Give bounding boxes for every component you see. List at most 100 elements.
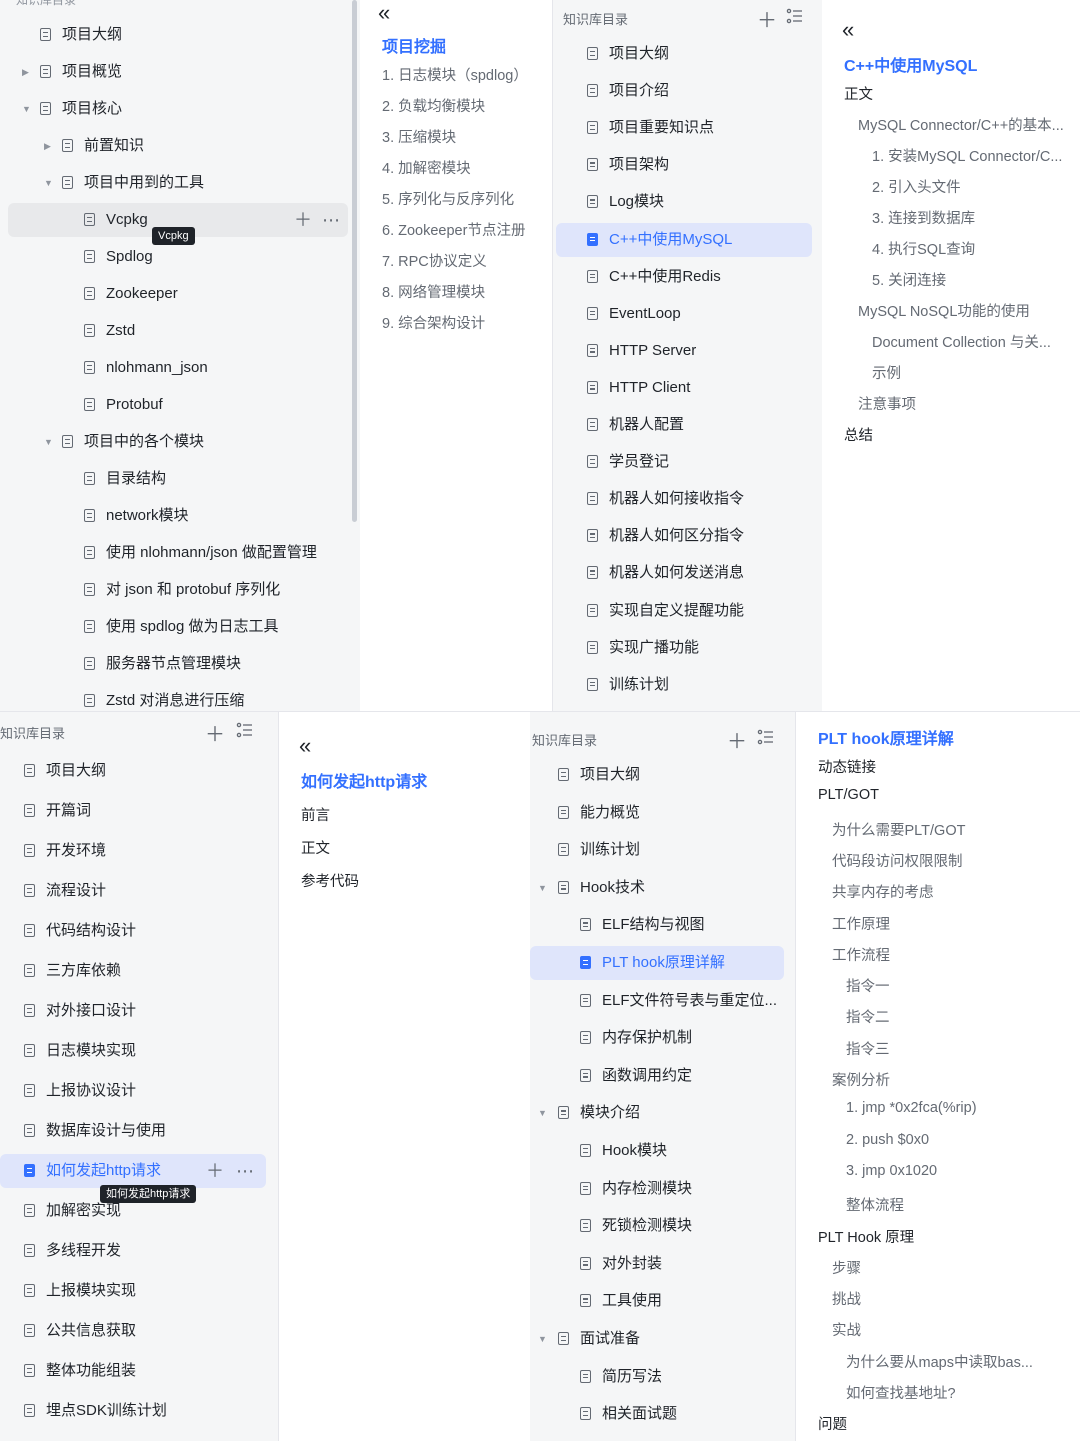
toc-item[interactable]: MySQL Connector/C++的基本...: [858, 114, 1064, 135]
chevron-right-icon[interactable]: ▶: [44, 129, 51, 163]
toc-item[interactable]: 步骤: [832, 1257, 861, 1278]
toc-item[interactable]: 指令二: [846, 1006, 890, 1027]
chevron-right-icon[interactable]: ▶: [22, 55, 29, 89]
plus-icon[interactable]: ＋: [206, 1154, 224, 1188]
toc-item[interactable]: 共享内存的考虑: [832, 881, 934, 902]
sidebar-item[interactable]: PLT hook原理详解: [530, 946, 784, 980]
toc-item[interactable]: 9. 综合架构设计: [382, 312, 485, 333]
sidebar-item[interactable]: ▼ 面试准备: [530, 1322, 784, 1356]
toc-item[interactable]: 正文: [844, 83, 873, 104]
sidebar-item[interactable]: ▼ 项目中的各个模块: [8, 425, 348, 459]
toc-item[interactable]: 5. 序列化与反序列化: [382, 188, 514, 209]
sidebar-item[interactable]: 相关面试题: [530, 1397, 784, 1431]
list-icon[interactable]: [786, 8, 804, 24]
sidebar-item[interactable]: 如何发起http请求 ＋ ⋯: [0, 1154, 266, 1188]
toc-item[interactable]: 为什么要从maps中读取bas...: [846, 1351, 1033, 1372]
toc-item[interactable]: 如何查找基地址?: [846, 1382, 956, 1403]
sidebar-item[interactable]: 能力概览: [530, 796, 784, 830]
plus-icon[interactable]: ＋: [205, 718, 225, 747]
chevron-down-icon[interactable]: ▼: [44, 425, 53, 459]
toc-item[interactable]: 2. push $0x0: [846, 1132, 929, 1148]
sidebar-item[interactable]: 开发环境: [0, 834, 266, 868]
sidebar-item[interactable]: 上报模块实现: [0, 1274, 266, 1308]
sidebar-item[interactable]: Log模块: [556, 185, 812, 219]
toc-item[interactable]: 总结: [844, 424, 873, 445]
toc-item[interactable]: 4. 执行SQL查询: [872, 238, 975, 259]
toc-item[interactable]: 1. 日志模块（spdlog）: [382, 64, 528, 85]
sidebar-item[interactable]: 内存保护机制: [530, 1021, 784, 1055]
list-icon[interactable]: [757, 729, 775, 745]
sidebar-item[interactable]: 工具使用: [530, 1284, 784, 1318]
toc-item[interactable]: 指令一: [846, 975, 890, 996]
sidebar-item[interactable]: 流程设计: [0, 874, 266, 908]
toc-title[interactable]: 如何发起http请求: [301, 768, 427, 792]
sidebar-item[interactable]: nlohmann_json: [8, 351, 348, 385]
toc-title[interactable]: PLT hook原理详解: [818, 725, 954, 749]
more-icon[interactable]: ⋯: [322, 203, 340, 237]
chevron-down-icon[interactable]: ▼: [538, 871, 547, 905]
toc-item[interactable]: 1. 安装MySQL Connector/C...: [872, 145, 1062, 166]
chevron-down-icon[interactable]: ▼: [538, 1322, 547, 1356]
sidebar-item[interactable]: network模块: [8, 499, 348, 533]
sidebar-item[interactable]: 项目介绍: [556, 74, 812, 108]
sidebar-item[interactable]: ▼ 项目中用到的工具: [8, 166, 348, 200]
toc-item[interactable]: PLT/GOT: [818, 787, 879, 803]
sidebar-item[interactable]: 多线程开发: [0, 1234, 266, 1268]
sidebar-item[interactable]: 项目大纲: [0, 754, 266, 788]
chevron-down-icon[interactable]: ▼: [22, 92, 31, 126]
sidebar-item[interactable]: ▼ 项目核心: [8, 92, 348, 126]
sidebar-item[interactable]: 机器人如何接收指令: [556, 482, 812, 516]
sidebar-item[interactable]: HTTP Client: [556, 371, 812, 405]
sidebar-item[interactable]: 开篇词: [0, 794, 266, 828]
toc-item[interactable]: 为什么需要PLT/GOT: [832, 819, 965, 840]
sidebar-item[interactable]: 机器人如何发送消息: [556, 556, 812, 590]
chevron-down-icon[interactable]: ▼: [44, 166, 53, 200]
toc-item[interactable]: 工作原理: [832, 913, 890, 934]
double-chevron-left-icon[interactable]: «: [842, 19, 854, 41]
sidebar-item[interactable]: 内存检测模块: [530, 1172, 784, 1206]
sidebar-item[interactable]: HTTP Server: [556, 334, 812, 368]
sidebar-item[interactable]: 对外封装: [530, 1247, 784, 1281]
sidebar-item[interactable]: 对 json 和 protobuf 序列化: [8, 573, 348, 607]
toc-item[interactable]: 前言: [301, 804, 330, 825]
toc-item[interactable]: 注意事项: [858, 393, 916, 414]
sidebar-item[interactable]: 对外接口设计: [0, 994, 266, 1028]
sidebar-item[interactable]: 死锁检测模块: [530, 1209, 784, 1243]
sidebar-item[interactable]: C++中使用Redis: [556, 260, 812, 294]
toc-title[interactable]: 项目挖掘: [382, 33, 446, 57]
toc-item[interactable]: 案例分析: [832, 1069, 890, 1090]
toc-item[interactable]: 指令三: [846, 1038, 890, 1059]
toc-item[interactable]: 挑战: [832, 1288, 861, 1309]
sidebar-item[interactable]: ▶ 前置知识: [8, 129, 348, 163]
sidebar-item[interactable]: 服务器节点管理模块: [8, 647, 348, 681]
toc-item[interactable]: 整体流程: [846, 1194, 904, 1215]
toc-item[interactable]: 3. jmp 0x1020: [846, 1163, 937, 1179]
sidebar-item[interactable]: 使用 nlohmann/json 做配置管理: [8, 536, 348, 570]
sidebar-item[interactable]: 机器人配置: [556, 408, 812, 442]
sidebar-item[interactable]: 公共信息获取: [0, 1314, 266, 1348]
sidebar-item[interactable]: 简历写法: [530, 1360, 784, 1394]
list-icon[interactable]: [236, 722, 254, 738]
plus-icon[interactable]: ＋: [727, 725, 747, 754]
sidebar-item[interactable]: ▶ 项目概览: [8, 55, 348, 89]
toc-item[interactable]: MySQL NoSQL功能的使用: [858, 300, 1030, 321]
toc-item[interactable]: Document Collection 与关...: [872, 331, 1051, 352]
sidebar-item[interactable]: 项目大纲: [556, 37, 812, 71]
toc-item[interactable]: 动态链接: [818, 756, 876, 777]
toc-item[interactable]: 问题: [818, 1413, 847, 1434]
sidebar-item[interactable]: Zookeeper: [8, 277, 348, 311]
sidebar-item[interactable]: 项目大纲: [8, 18, 348, 52]
sidebar-item[interactable]: Hook模块: [530, 1134, 784, 1168]
sidebar-item[interactable]: 项目架构: [556, 148, 812, 182]
toc-item[interactable]: 8. 网络管理模块: [382, 281, 485, 302]
toc-item[interactable]: 3. 压缩模块: [382, 126, 456, 147]
sidebar-item[interactable]: Spdlog: [8, 240, 348, 274]
toc-item[interactable]: 实战: [832, 1319, 861, 1340]
sidebar-item[interactable]: 上报协议设计: [0, 1074, 266, 1108]
sidebar-item[interactable]: Protobuf: [8, 388, 348, 422]
sidebar-item[interactable]: 目录结构: [8, 462, 348, 496]
sidebar-item[interactable]: 三方库依赖: [0, 954, 266, 988]
sidebar-item[interactable]: Zstd: [8, 314, 348, 348]
chevron-down-icon[interactable]: ▼: [538, 1096, 547, 1130]
double-chevron-left-icon[interactable]: «: [299, 735, 311, 757]
